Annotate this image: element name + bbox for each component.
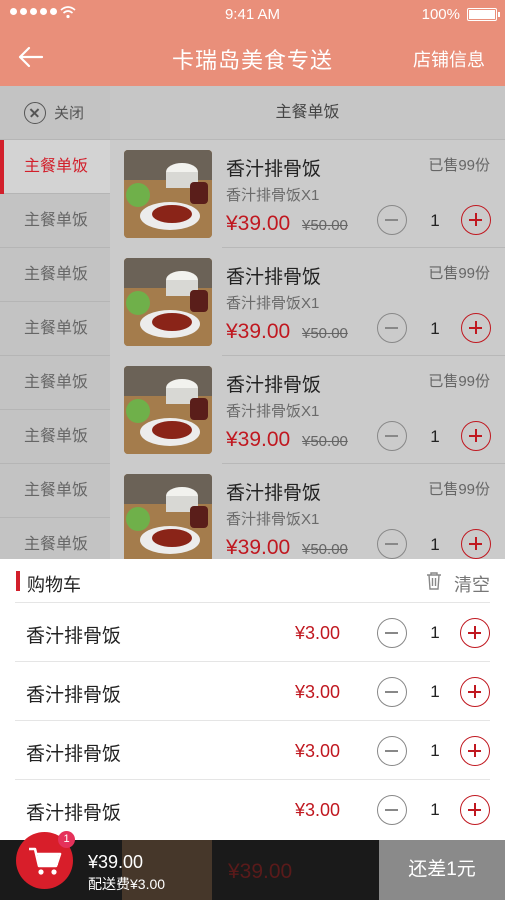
minus-circle-icon[interactable] xyxy=(377,421,407,451)
minus-circle-icon[interactable] xyxy=(377,313,407,343)
sidebar-item[interactable]: 主餐单饭 xyxy=(0,302,110,356)
dish-desc: 香汁排骨饭X1 xyxy=(226,403,320,420)
plus-circle-icon[interactable] xyxy=(460,736,490,766)
dish-quantity: 1 xyxy=(430,535,440,554)
cart-panel: 购物车 清空 香汁排骨饭 ¥3.00 1 香汁排骨饭 ¥3.00 1 香汁排骨饭… xyxy=(0,559,505,840)
cart-item-name: 香汁排骨饭 xyxy=(26,685,122,706)
cart-item-price: ¥3.00 xyxy=(294,623,340,643)
cart-item-name: 香汁排骨饭 xyxy=(26,626,122,647)
close-circle-icon xyxy=(24,101,46,124)
dish-sold-count: 已售99份 xyxy=(428,481,490,498)
dish-desc: 香汁排骨饭X1 xyxy=(226,295,320,312)
cart-header: 购物车 清空 xyxy=(15,559,490,603)
sidebar-item[interactable]: 主餐单饭 xyxy=(0,194,110,248)
plus-circle-icon[interactable] xyxy=(461,421,491,451)
dish-old-price: ¥50.00 xyxy=(302,217,348,234)
minus-circle-icon[interactable] xyxy=(377,736,407,766)
dish-image xyxy=(124,474,212,562)
dish-quantity: 1 xyxy=(430,427,440,446)
dish-sold-count: 已售99份 xyxy=(428,157,490,174)
checkout-button[interactable]: 还差1元 xyxy=(379,840,505,900)
cart-item-quantity: 1 xyxy=(430,623,440,642)
sidebar-item[interactable]: 主餐单饭 xyxy=(0,356,110,410)
cart-item-price: ¥3.00 xyxy=(294,800,340,820)
dish-price: ¥39.00 xyxy=(226,212,291,235)
cart-total: ¥39.00 xyxy=(88,852,144,872)
category-title: 主餐单饭 xyxy=(110,86,505,140)
dish-price: ¥39.00 xyxy=(226,428,291,451)
dish-name: 香汁排骨饭 xyxy=(226,267,322,288)
store-info-link[interactable]: 店铺信息 xyxy=(413,46,485,72)
close-button[interactable]: 关闭 xyxy=(0,86,110,140)
cart-item-name: 香汁排骨饭 xyxy=(26,744,122,765)
dish-quantity: 1 xyxy=(430,319,440,338)
dish-sold-count: 已售99份 xyxy=(428,373,490,390)
dish-name: 香汁排骨饭 xyxy=(226,483,322,504)
dish-price: ¥39.00 xyxy=(226,536,291,559)
dish-item[interactable]: 香汁排骨饭 香汁排骨饭X1 ¥39.00 ¥50.00 已售99份 1 xyxy=(124,464,505,572)
cart-item: 香汁排骨饭 ¥3.00 1 xyxy=(15,603,490,662)
sidebar-item[interactable]: 主餐单饭 xyxy=(0,464,110,518)
plus-circle-icon[interactable] xyxy=(461,313,491,343)
plus-circle-icon[interactable] xyxy=(460,677,490,707)
plus-circle-icon[interactable] xyxy=(461,205,491,235)
plus-circle-icon[interactable] xyxy=(460,618,490,648)
cart-item: 香汁排骨饭 ¥3.00 1 xyxy=(15,721,490,780)
plus-circle-icon[interactable] xyxy=(460,795,490,825)
cart-item-name: 香汁排骨饭 xyxy=(26,803,122,824)
cart-item: 香汁排骨饭 ¥3.00 1 xyxy=(15,780,490,839)
close-label: 关闭 xyxy=(54,105,85,122)
cart-item-quantity: 1 xyxy=(430,800,440,819)
cart-item-quantity: 1 xyxy=(430,682,440,701)
dish-name: 香汁排骨饭 xyxy=(226,375,322,396)
cart-item-price: ¥3.00 xyxy=(294,682,340,702)
sidebar-item[interactable]: 主餐单饭 xyxy=(0,410,110,464)
status-bar: 9:41 AM 100% xyxy=(0,0,505,28)
battery-percent: 100% xyxy=(421,6,460,23)
accent-bar xyxy=(16,571,20,591)
dish-item[interactable]: 香汁排骨饭 香汁排骨饭X1 ¥39.00 ¥50.00 已售99份 1 xyxy=(124,248,505,356)
checkout-bar: ¥39.00 ¥39.00 配送费¥3.00 还差1元 xyxy=(0,840,505,900)
peek-price: ¥39.00 xyxy=(228,860,293,883)
dish-sold-count: 已售99份 xyxy=(428,265,490,282)
dish-desc: 香汁排骨饭X1 xyxy=(226,511,320,528)
cart-count-badge: 1 xyxy=(58,831,75,848)
cart-item-price: ¥3.00 xyxy=(294,741,340,761)
dish-image xyxy=(124,366,212,454)
clear-cart-button[interactable]: 清空 xyxy=(454,571,490,597)
dish-quantity: 1 xyxy=(430,211,440,230)
trash-icon[interactable] xyxy=(426,571,442,590)
dish-item[interactable]: 香汁排骨饭 香汁排骨饭X1 ¥39.00 ¥50.00 已售99份 1 xyxy=(124,140,505,248)
minus-circle-icon[interactable] xyxy=(377,205,407,235)
dish-old-price: ¥50.00 xyxy=(302,433,348,450)
dish-item[interactable]: 香汁排骨饭 香汁排骨饭X1 ¥39.00 ¥50.00 已售99份 1 xyxy=(124,356,505,464)
dish-desc: 香汁排骨饭X1 xyxy=(226,187,320,204)
cart-icon xyxy=(29,847,62,875)
minus-circle-icon[interactable] xyxy=(377,618,407,648)
dish-old-price: ¥50.00 xyxy=(302,325,348,342)
cart-title: 购物车 xyxy=(27,575,81,595)
cart-item: 香汁排骨饭 ¥3.00 1 xyxy=(15,662,490,721)
dish-old-price: ¥50.00 xyxy=(302,541,348,558)
sidebar-item[interactable]: 主餐单饭 xyxy=(0,248,110,302)
sidebar-item[interactable]: 主餐单饭 xyxy=(0,140,110,194)
dish-image xyxy=(124,258,212,346)
cart-item-quantity: 1 xyxy=(430,741,440,760)
dish-image xyxy=(124,150,212,238)
dish-name: 香汁排骨饭 xyxy=(226,159,322,180)
battery-icon xyxy=(467,8,500,21)
minus-circle-icon[interactable] xyxy=(377,529,407,559)
minus-circle-icon[interactable] xyxy=(377,677,407,707)
minus-circle-icon[interactable] xyxy=(377,795,407,825)
plus-circle-icon[interactable] xyxy=(461,529,491,559)
delivery-fee: 配送费¥3.00 xyxy=(88,876,166,892)
app-header: 卡瑞岛美食专送 店铺信息 xyxy=(0,28,505,86)
dish-price: ¥39.00 xyxy=(226,320,291,343)
